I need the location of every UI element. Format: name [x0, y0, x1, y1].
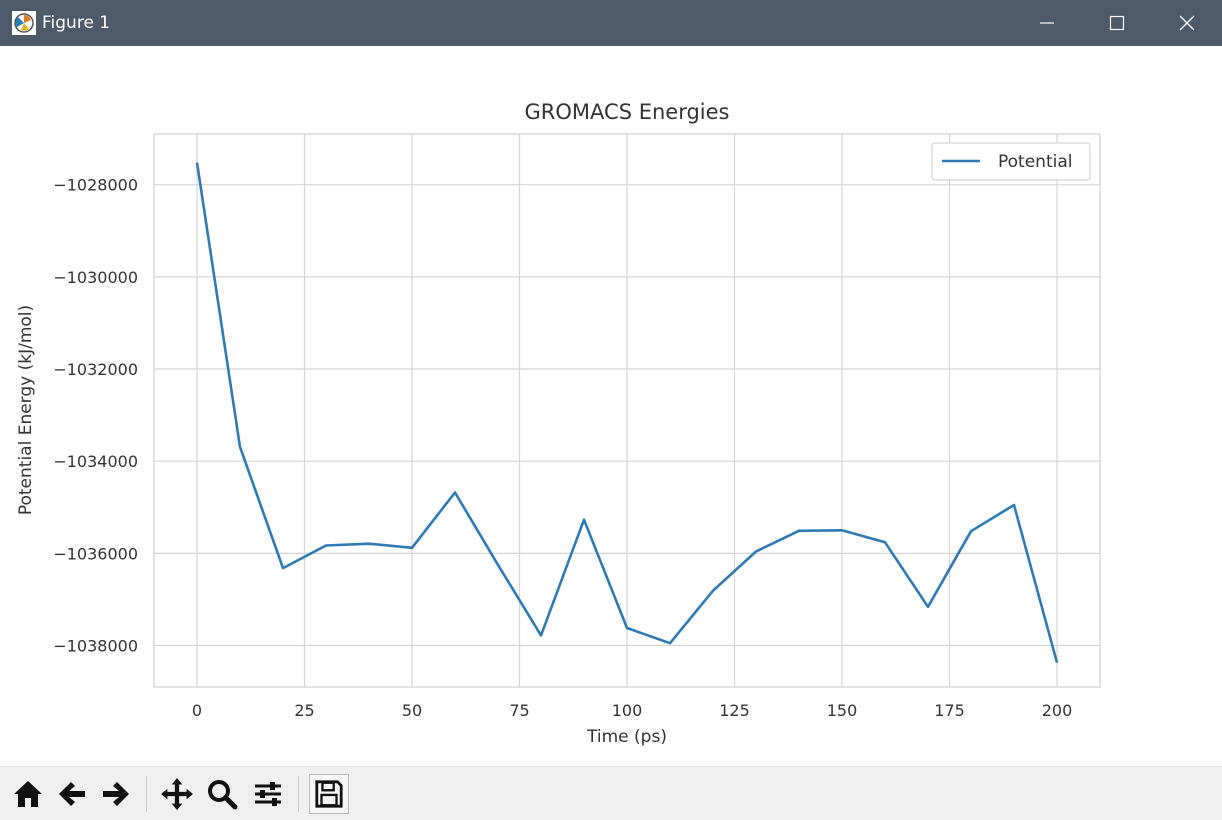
- x-tick-label: 200: [1042, 701, 1073, 720]
- chart: 0255075100125150175200 −1038000−1036000−…: [0, 46, 1222, 766]
- arrow-right-icon: [100, 778, 132, 810]
- y-axis-label: Potential Energy (kJ/mol): [16, 305, 36, 515]
- maximize-button[interactable]: [1082, 0, 1152, 46]
- x-tick-label: 150: [827, 701, 858, 720]
- y-tick-labels: −1038000 −1036000 −1034000 −1032000 −1030000…: [53, 176, 138, 656]
- x-tick-label: 50: [402, 701, 422, 720]
- zoom-button[interactable]: [202, 774, 242, 814]
- configure-subplots-button[interactable]: [248, 774, 288, 814]
- window-title: Figure 1: [42, 12, 110, 34]
- close-button[interactable]: [1152, 0, 1222, 46]
- save-button[interactable]: [309, 774, 349, 814]
- y-tick-label: −1028000: [53, 176, 138, 195]
- navigation-toolbar: [0, 766, 1222, 820]
- arrow-left-icon: [56, 778, 88, 810]
- legend: Potential: [932, 143, 1090, 180]
- forward-button[interactable]: [96, 774, 136, 814]
- x-axis-label: Time (ps): [586, 727, 667, 747]
- figure-canvas[interactable]: 0255075100125150175200 −1038000−1036000−…: [0, 46, 1222, 766]
- x-tick-label: 175: [934, 701, 965, 720]
- home-icon: [12, 778, 44, 810]
- x-tick-label: 100: [612, 701, 643, 720]
- y-tick-label: −1036000: [53, 544, 138, 563]
- maximize-icon: [1109, 15, 1125, 31]
- y-tick-label: −1034000: [53, 452, 138, 471]
- legend-label-potential: Potential: [998, 152, 1072, 172]
- x-tick-labels: 0 25 50 75 100 125 150 175 200: [192, 701, 1072, 720]
- x-tick-label: 125: [719, 701, 750, 720]
- x-tick-label: 25: [294, 701, 314, 720]
- sliders-icon: [252, 778, 284, 810]
- minimize-icon: [1039, 15, 1055, 31]
- back-button[interactable]: [52, 774, 92, 814]
- y-tick-label: −1038000: [53, 637, 138, 656]
- toolbar-separator: [146, 776, 147, 812]
- toolbar-separator: [298, 776, 299, 812]
- pan-button[interactable]: [157, 774, 197, 814]
- y-tick-label: −1030000: [53, 268, 138, 287]
- zoom-icon: [206, 778, 238, 810]
- minimize-button[interactable]: [1012, 0, 1082, 46]
- home-button[interactable]: [8, 774, 48, 814]
- y-tick-label: −1032000: [53, 360, 138, 379]
- move-icon: [160, 777, 194, 811]
- save-icon: [314, 779, 344, 809]
- close-icon: [1179, 15, 1195, 31]
- chart-title: GROMACS Energies: [525, 100, 730, 124]
- window-titlebar: Figure 1: [0, 0, 1222, 46]
- x-tick-label: 0: [192, 701, 202, 720]
- matplotlib-icon: [12, 11, 36, 35]
- x-tick-label: 75: [509, 701, 529, 720]
